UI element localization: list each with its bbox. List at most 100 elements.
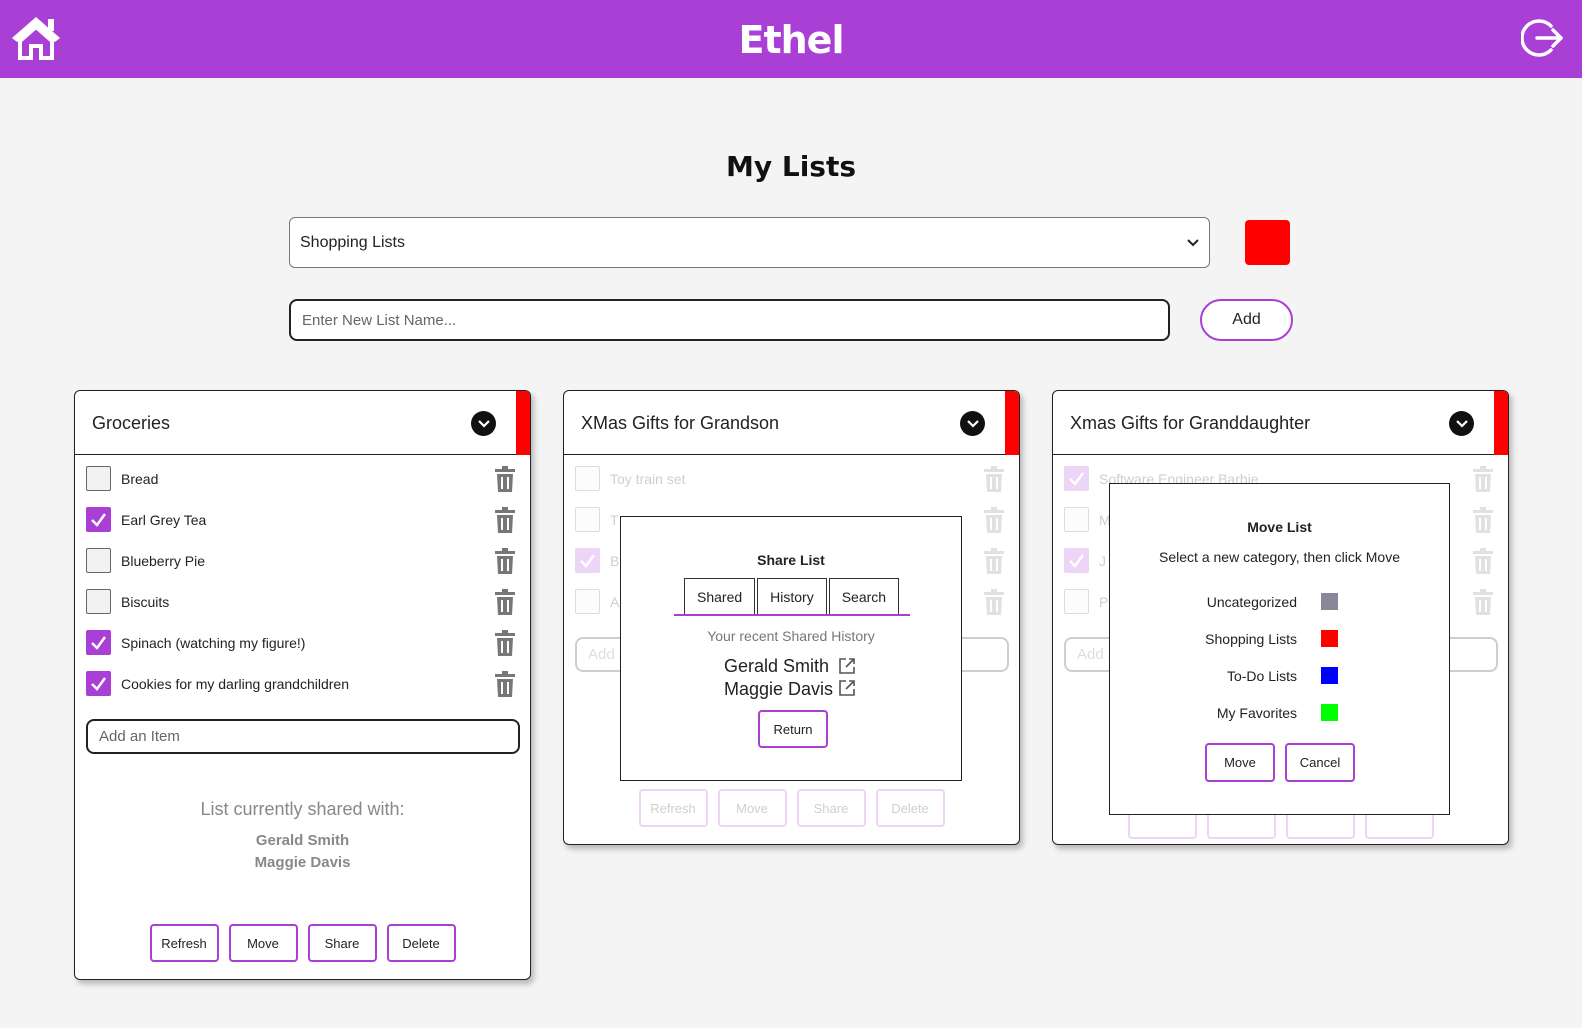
item-checkbox[interactable] — [1064, 466, 1089, 491]
category-select-value: Shopping Lists — [300, 233, 405, 251]
delete-button[interactable]: Delete — [386, 924, 456, 962]
checkmark-icon — [91, 513, 107, 527]
category-swatch — [1321, 667, 1338, 684]
item-label: Blueberry Pie — [121, 553, 206, 569]
category-option[interactable]: Uncategorized — [1110, 592, 1449, 612]
category-swatch — [1321, 630, 1338, 647]
trash-icon[interactable] — [1472, 548, 1494, 574]
list-name: XMas Gifts for Grandson — [581, 413, 780, 433]
item-checkbox[interactable] — [86, 589, 111, 614]
refresh-button[interactable]: Refresh — [149, 924, 219, 962]
category-label: To-Do Lists — [1226, 668, 1297, 684]
external-link-icon[interactable] — [838, 657, 856, 675]
trash-icon[interactable] — [494, 671, 516, 697]
item-checkbox[interactable] — [86, 548, 111, 573]
category-color-swatch — [1245, 220, 1290, 265]
move-list-modal: Move List Select a new category, then cl… — [1109, 483, 1450, 815]
trash-icon[interactable] — [494, 466, 516, 492]
expand-toggle[interactable] — [471, 411, 496, 436]
refresh-button[interactable]: Refresh — [638, 789, 708, 827]
expand-toggle[interactable] — [1449, 411, 1474, 436]
list-item: Spinach (watching my figure!) — [86, 630, 520, 656]
list-name: Groceries — [92, 413, 171, 433]
add-item-input[interactable]: Add an Item — [86, 719, 520, 754]
trash-icon[interactable] — [1472, 466, 1494, 492]
item-checkbox[interactable] — [575, 507, 600, 532]
cancel-button[interactable]: Cancel — [1285, 743, 1355, 782]
tab-underline — [674, 614, 910, 616]
trash-icon[interactable] — [494, 507, 516, 533]
shared-user-name: Maggie Davis — [254, 854, 351, 871]
item-checkbox[interactable] — [1064, 507, 1089, 532]
history-user-name[interactable]: Maggie Davis — [724, 679, 833, 700]
chevron-down-icon — [1187, 238, 1199, 246]
expand-toggle[interactable] — [960, 411, 985, 436]
list-card-header: Groceries — [75, 391, 530, 455]
move-modal-title: Move List — [1247, 519, 1312, 535]
item-label: T — [610, 512, 619, 528]
shared-caption: List currently shared with: — [200, 799, 405, 819]
logout-icon[interactable] — [1521, 16, 1565, 60]
chevron-down-icon — [966, 419, 979, 428]
category-option[interactable]: My Favorites — [1110, 703, 1449, 723]
history-user-name[interactable]: Gerald Smith — [724, 656, 829, 677]
item-label: Spinach (watching my figure!) — [121, 635, 306, 651]
category-select[interactable]: Shopping Lists — [289, 217, 1210, 268]
list-name: Xmas Gifts for Granddaughter — [1070, 413, 1311, 433]
list-item: Bread — [86, 466, 520, 492]
item-label: Bread — [121, 471, 159, 487]
chevron-down-icon — [1455, 419, 1468, 428]
new-list-input[interactable]: Enter New List Name... — [289, 299, 1170, 341]
item-checkbox[interactable] — [575, 548, 600, 573]
item-checkbox[interactable] — [575, 466, 600, 491]
share-modal-title: Share List — [757, 552, 825, 568]
trash-icon[interactable] — [1472, 507, 1494, 533]
trash-icon[interactable] — [494, 548, 516, 574]
add-list-button[interactable]: Add — [1200, 299, 1293, 341]
trash-icon[interactable] — [494, 589, 516, 615]
share-button[interactable]: Share — [796, 789, 866, 827]
external-link-icon[interactable] — [838, 679, 856, 697]
list-color-stripe — [1494, 391, 1508, 455]
chevron-down-icon — [477, 419, 490, 428]
trash-icon[interactable] — [983, 548, 1005, 574]
trash-icon[interactable] — [1472, 589, 1494, 615]
history-caption: Your recent Shared History — [707, 628, 875, 644]
trash-icon[interactable] — [983, 466, 1005, 492]
tab-search[interactable]: Search — [828, 578, 900, 614]
trash-icon[interactable] — [983, 589, 1005, 615]
trash-icon[interactable] — [494, 630, 516, 656]
move-button[interactable]: Move — [228, 924, 298, 962]
tab-history[interactable]: History — [757, 578, 827, 614]
list-color-stripe — [516, 391, 530, 455]
item-checkbox[interactable] — [86, 671, 111, 696]
delete-button[interactable]: Delete — [875, 789, 945, 827]
item-checkbox[interactable] — [86, 630, 111, 655]
move-modal-subtitle: Select a new category, then click Move — [1159, 549, 1400, 565]
add-item-placeholder: Add an Item — [99, 728, 180, 745]
item-checkbox[interactable] — [1064, 589, 1089, 614]
list-color-stripe — [1005, 391, 1019, 455]
category-option[interactable]: To-Do Lists — [1110, 666, 1449, 686]
return-button[interactable]: Return — [758, 710, 828, 748]
category-option[interactable]: Shopping Lists — [1110, 629, 1449, 649]
tab-shared[interactable]: Shared — [684, 578, 756, 614]
category-swatch — [1321, 704, 1338, 721]
item-label: J — [1099, 553, 1106, 569]
page-title: My Lists — [725, 150, 857, 183]
item-checkbox[interactable] — [86, 507, 111, 532]
item-checkbox[interactable] — [1064, 548, 1089, 573]
category-label: Shopping Lists — [1205, 631, 1297, 647]
item-label: A — [610, 594, 620, 610]
move-button[interactable]: Move — [717, 789, 787, 827]
checkmark-icon — [1069, 554, 1085, 568]
item-checkbox[interactable] — [86, 466, 111, 491]
share-tabs: Shared History Search — [684, 578, 900, 614]
move-confirm-button[interactable]: Move — [1205, 743, 1275, 782]
list-item: Earl Grey Tea — [86, 507, 520, 533]
trash-icon[interactable] — [983, 507, 1005, 533]
list-actions: Refresh Move Share Delete — [75, 924, 530, 962]
share-button[interactable]: Share — [307, 924, 377, 962]
list-item: Blueberry Pie — [86, 548, 520, 574]
item-checkbox[interactable] — [575, 589, 600, 614]
